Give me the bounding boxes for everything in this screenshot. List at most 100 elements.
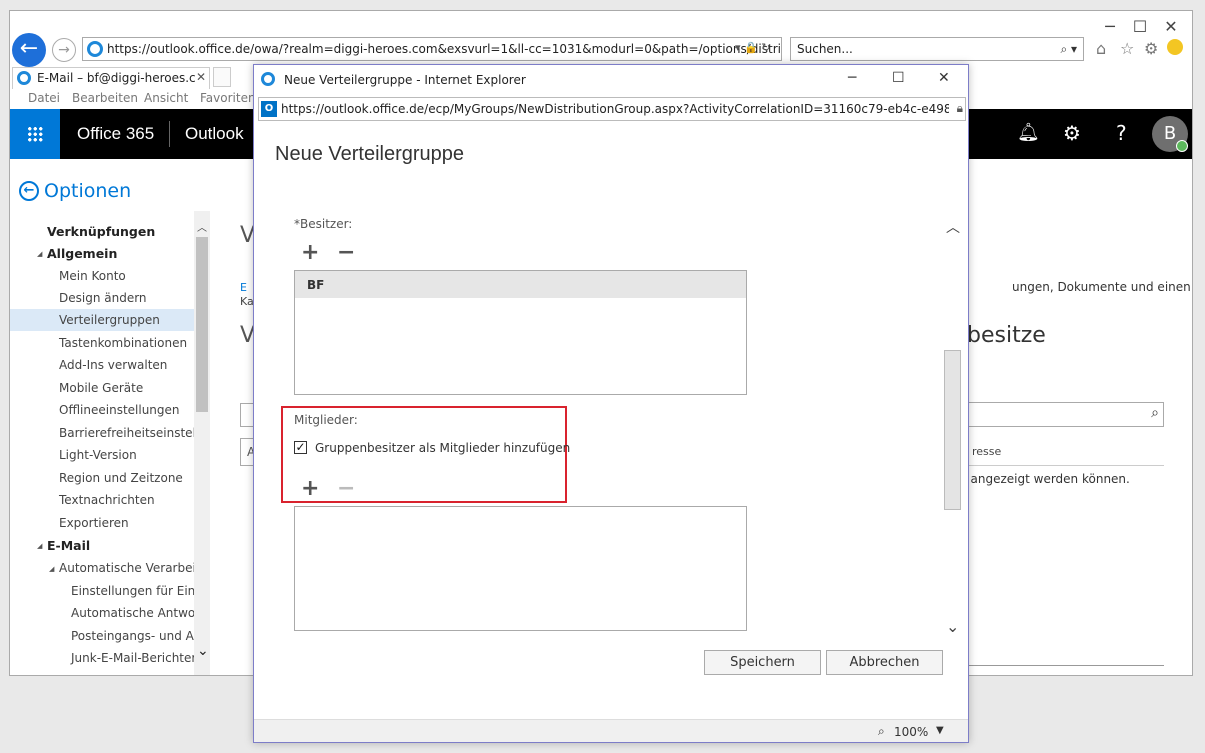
- minimize-button[interactable]: ─: [1095, 17, 1125, 37]
- popup-address-bar[interactable]: O https://outlook.office.de/ecp/MyGroups…: [258, 97, 966, 121]
- settings-gear-icon-o365[interactable]: ⚙: [1063, 121, 1081, 145]
- smiley-feedback-icon[interactable]: [1167, 39, 1183, 55]
- bell-notification-icon[interactable]: 🔔︎: [1017, 122, 1040, 143]
- save-button-label: Speichern: [730, 655, 795, 670]
- nav-item[interactable]: Posteingangs- und Auf: [10, 625, 206, 647]
- add-owners-checkbox[interactable]: ✓: [294, 441, 307, 454]
- popup-close-button[interactable]: ✕: [938, 70, 950, 86]
- nav-item-label: Mobile Geräte: [59, 381, 144, 395]
- nav-item[interactable]: Offlineeinstellungen: [10, 399, 194, 421]
- menu-favoriten[interactable]: Favoriten: [200, 91, 256, 105]
- address-bar[interactable]: https://outlook.office.de/owa/?realm=dig…: [82, 37, 782, 61]
- popup-maximize-button[interactable]: ☐: [892, 70, 905, 86]
- nav-item[interactable]: Junk-E-Mail-Berichterst: [10, 647, 207, 669]
- help-question-icon[interactable]: ?: [1116, 121, 1127, 145]
- zoom-dropdown-icon[interactable]: ▼: [936, 725, 944, 736]
- add-member-plus-icon[interactable]: +: [301, 478, 319, 500]
- outlook-favicon-icon: O: [261, 101, 277, 117]
- members-label: Mitglieder:: [294, 413, 358, 427]
- new-tab-icon[interactable]: [213, 67, 231, 87]
- bg-column-header: resse: [972, 445, 1002, 458]
- bg-search-input[interactable]: ⌕: [968, 402, 1164, 427]
- nav-item[interactable]: Light-Version: [10, 444, 194, 466]
- options-title[interactable]: Optionen: [44, 180, 131, 202]
- nav-item[interactable]: ◢ Automatische Verarbeitur: [10, 557, 210, 579]
- nav-item[interactable]: Region und Zeitzone: [10, 467, 194, 489]
- zoom-level[interactable]: 100%: [894, 725, 928, 739]
- close-window-button[interactable]: ✕: [1156, 17, 1186, 37]
- nav-item-label: Einstellungen für Einbli: [71, 584, 210, 598]
- add-owner-plus-icon[interactable]: +: [301, 242, 319, 264]
- nav-item[interactable]: Verknüpfungen: [10, 220, 194, 242]
- forward-arrow-icon[interactable]: →: [52, 38, 76, 62]
- search-box[interactable]: Suchen... ⌕ ▾: [790, 37, 1084, 61]
- menu-bearbeiten[interactable]: Bearbeiten: [72, 91, 138, 105]
- nav-item-label: Design ändern: [59, 291, 147, 305]
- address-controls-icon[interactable]: ▾ 🔒 ↻: [735, 41, 770, 54]
- owners-list[interactable]: BF: [294, 270, 747, 395]
- nav-item[interactable]: Design ändern: [10, 287, 194, 309]
- content-scroll-thumb[interactable]: [944, 350, 961, 510]
- home-icon[interactable]: ⌂: [1096, 39, 1106, 58]
- menu-datei[interactable]: Datei: [28, 91, 60, 105]
- scroll-up-chevron-icon[interactable]: ︿: [197, 219, 207, 234]
- nav-item[interactable]: Einstellungen für Einbli: [10, 580, 210, 602]
- nav-item[interactable]: Verteilergruppen: [10, 309, 194, 331]
- popup-minimize-button[interactable]: ─: [848, 70, 856, 86]
- new-distribution-group-dialog: Neue Verteilergruppe - Internet Explorer…: [253, 64, 969, 743]
- favorites-star-icon[interactable]: ☆: [1120, 39, 1134, 58]
- nav-item[interactable]: Automatische Antworte: [10, 602, 210, 624]
- lock-icon: 🔒︎: [956, 101, 963, 116]
- nav-scrollbar[interactable]: ︿ ⌄: [194, 211, 210, 675]
- content-scroll-up-icon[interactable]: ︿: [946, 217, 960, 237]
- nav-item[interactable]: ◢ E-Mail: [10, 534, 194, 556]
- app-launcher-icon[interactable]: [10, 109, 60, 159]
- back-arrow-icon[interactable]: ←: [12, 33, 46, 67]
- nav-item[interactable]: ◢ Allgemein: [10, 242, 194, 264]
- tab-close-icon[interactable]: ✕: [196, 70, 206, 84]
- save-button[interactable]: Speichern: [704, 650, 821, 675]
- presence-status-icon: [1176, 140, 1188, 152]
- nav-scroll-thumb[interactable]: [196, 237, 208, 412]
- remove-member-minus-icon: −: [337, 476, 356, 501]
- browser-tab[interactable]: E-Mail – bf@diggi-heroes.c ✕: [12, 67, 210, 89]
- nav-item-label: Add-Ins verwalten: [59, 358, 168, 372]
- nav-item[interactable]: Als gelesen markieren: [10, 670, 205, 675]
- members-list[interactable]: [294, 506, 747, 631]
- outlook-app-title[interactable]: Outlook: [185, 124, 244, 144]
- scroll-down-chevron-icon[interactable]: ⌄: [197, 643, 209, 659]
- nav-item-label: Textnachrichten: [59, 493, 155, 507]
- nav-item[interactable]: Add-Ins verwalten: [10, 354, 194, 376]
- nav-item-label: Junk-E-Mail-Berichterst: [71, 651, 208, 665]
- bg-link-fragment[interactable]: E: [240, 281, 247, 294]
- back-circle-icon[interactable]: ←: [19, 181, 39, 201]
- nav-item-label: Verknüpfungen: [47, 224, 156, 239]
- owner-row[interactable]: BF: [295, 271, 746, 298]
- tab-title: E-Mail – bf@diggi-heroes.c: [37, 71, 196, 85]
- bg-search-icon[interactable]: ⌕: [1151, 405, 1159, 421]
- nav-item[interactable]: Tastenkombinationen: [10, 332, 194, 354]
- nav-item-label: Allgemein: [47, 246, 118, 261]
- search-icon[interactable]: ⌕ ▾: [1060, 38, 1077, 60]
- expand-triangle-icon[interactable]: ◢: [37, 250, 42, 258]
- nav-item[interactable]: Textnachrichten: [10, 489, 194, 511]
- zoom-magnifier-icon[interactable]: ⌕: [878, 724, 885, 739]
- cancel-button[interactable]: Abbrechen: [826, 650, 943, 675]
- expand-triangle-icon[interactable]: ◢: [37, 542, 42, 550]
- nav-item[interactable]: Barrierefreiheitseinstellun: [10, 422, 210, 444]
- nav-item[interactable]: Exportieren: [10, 512, 194, 534]
- menu-ansicht[interactable]: Ansicht: [144, 91, 188, 105]
- maximize-button[interactable]: ☐: [1125, 17, 1155, 37]
- office365-brand[interactable]: Office 365: [77, 124, 154, 144]
- nav-item-label: Automatische Verarbeitur: [59, 561, 210, 575]
- nav-item[interactable]: Mobile Geräte: [10, 377, 194, 399]
- ie-logo-icon: [87, 41, 103, 57]
- settings-gear-icon[interactable]: ⚙: [1144, 39, 1158, 58]
- expand-triangle-icon[interactable]: ◢: [49, 565, 54, 573]
- add-owners-checkbox-label[interactable]: Gruppenbesitzer als Mitglieder hinzufüge…: [315, 441, 570, 455]
- bg-section-heading: besitze: [967, 323, 1046, 348]
- owner-name: BF: [307, 278, 325, 292]
- nav-item[interactable]: Mein Konto: [10, 265, 194, 287]
- content-scroll-down-icon[interactable]: ⌄: [946, 617, 959, 636]
- remove-owner-minus-icon[interactable]: −: [337, 242, 355, 264]
